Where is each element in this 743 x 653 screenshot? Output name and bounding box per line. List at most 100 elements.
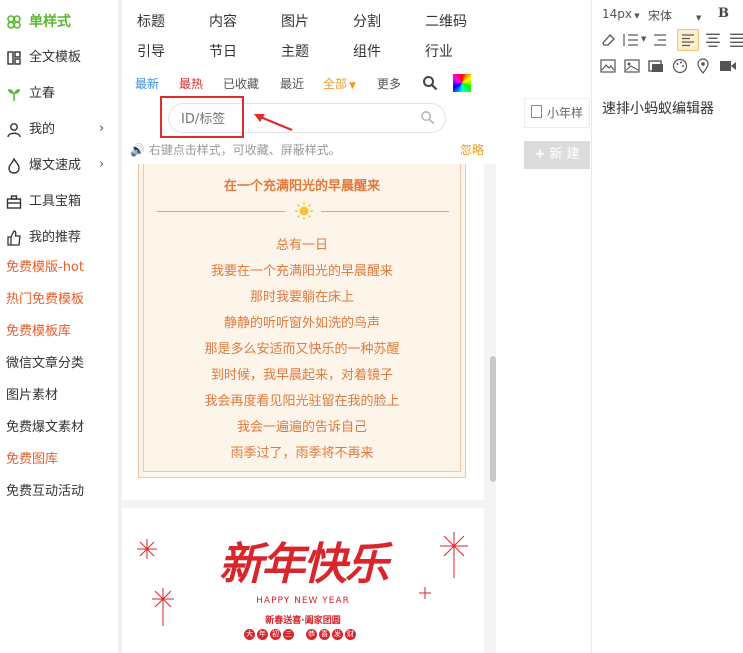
font-family-value: 宋体 (648, 9, 673, 23)
category-festival[interactable]: 节日 (209, 41, 237, 61)
sidebar-item-free-template-lib[interactable]: 免费模板库 (6, 320, 71, 344)
badge-group-right: 恭 喜 发 财 (306, 629, 356, 640)
template-tab-label: 小年样 (547, 106, 584, 120)
style-card[interactable]: 在一个充满阳光的早晨醒来 总有一日 我要在一个充满阳光的早晨醒来 那时我要躺在床… (122, 164, 484, 500)
filter-favorited[interactable]: 已收藏 (223, 75, 259, 92)
scrollbar-thumb[interactable] (490, 356, 496, 482)
bold-button[interactable]: B (718, 6, 729, 21)
font-size-select[interactable]: 14px ▼ (602, 7, 640, 21)
sidebar-item-free-gallery[interactable]: 免费图库 (6, 448, 58, 472)
filter-all-label: 全部 (323, 77, 348, 91)
poem-line: 那是多么安适而又快乐的一种苏醒 (204, 342, 400, 357)
map-pin-icon[interactable] (696, 58, 710, 74)
annotation-arrow-icon (254, 114, 293, 132)
sidebar-item-viral[interactable]: 爆文速成 (6, 154, 81, 178)
video-icon[interactable] (719, 59, 737, 73)
sidebar-item-label: 工具宝箱 (29, 194, 82, 209)
category-industry[interactable]: 行业 (425, 41, 453, 61)
firework-icon (440, 532, 468, 578)
poem-line: 到时候，我早晨起来，对着镜子 (210, 368, 393, 383)
palette-icon[interactable] (672, 58, 688, 74)
badge: 三 (283, 629, 294, 640)
category-content[interactable]: 内容 (209, 11, 237, 31)
sidebar-item-hot-free-template[interactable]: 热门免费模板 (6, 288, 84, 312)
new-button-label: 新 建 (549, 147, 580, 162)
filter-more[interactable]: 更多 (377, 75, 401, 92)
caret-down-icon: ▼ (641, 35, 647, 43)
template-icon (7, 51, 21, 65)
filter-newest[interactable]: 最新 (135, 75, 159, 92)
search-submit-icon[interactable] (420, 110, 435, 125)
gallery-icon[interactable] (624, 59, 640, 73)
tip-ignore-link[interactable]: 忽略 (460, 141, 484, 158)
category-component[interactable]: 组件 (353, 41, 381, 61)
filter-recent[interactable]: 最近 (280, 75, 304, 92)
sidebar-item-images[interactable]: 图片素材 (6, 384, 58, 408)
category-theme[interactable]: 主题 (281, 41, 309, 61)
eraser-icon[interactable] (600, 32, 616, 48)
sidebar-item-viral-material[interactable]: 免费爆文素材 (6, 416, 84, 440)
sidebar-item-label: 免费模版-hot (6, 260, 84, 275)
sidebar-item-free-template-hot[interactable]: 免费模版-hot (6, 256, 84, 280)
indent-icon[interactable] (652, 32, 668, 48)
poem-line: 静静的听听窗外如洗的鸟声 (223, 316, 380, 331)
sidebar-item-wechat-category[interactable]: 微信文章分类 (6, 352, 84, 376)
filter-hottest[interactable]: 最热 (179, 75, 203, 92)
editor-content[interactable]: 速排小蚂蚁编辑器 (602, 98, 714, 118)
fire-icon (8, 158, 20, 174)
toolbox-icon (6, 195, 22, 209)
annotation-highlight-box (160, 96, 244, 138)
sidebar-item-toolbox[interactable]: 工具宝箱 (6, 190, 81, 214)
sidebar-item-label: 我的 (29, 122, 56, 137)
align-justify-icon[interactable] (729, 32, 743, 48)
chevron-right-icon: › (99, 121, 105, 136)
sidebar-item-single-style[interactable]: 单样式 (6, 10, 71, 34)
style-panel-header: 标题 内容 图片 分割 二维码 引导 节日 主题 组件 行业 最新 最热 已收藏… (122, 0, 490, 164)
frame-icon[interactable] (648, 59, 664, 73)
caret-down-icon: ▼ (696, 14, 702, 22)
sidebar-item-label: 图片素材 (6, 388, 59, 403)
font-family-select[interactable]: 宋体 ▼ (648, 7, 701, 24)
sidebar-item-recommend[interactable]: 我的推荐 (6, 226, 81, 250)
color-picker-icon[interactable] (453, 74, 471, 92)
thumb-icon (7, 230, 21, 246)
sidebar-item-label: 免费图库 (6, 452, 59, 467)
poem-card: 在一个充满阳光的早晨醒来 总有一日 我要在一个充满阳光的早晨醒来 那时我要躺在床… (138, 164, 466, 478)
poem-line: 我要在一个充满阳光的早晨醒来 (210, 264, 393, 279)
chevron-right-icon: › (99, 157, 105, 172)
sidebar-item-label: 我的推荐 (29, 230, 82, 245)
style-panel: 标题 内容 图片 分割 二维码 引导 节日 主题 组件 行业 最新 最热 已收藏… (122, 0, 496, 653)
frame-line (460, 164, 461, 472)
document-icon (531, 105, 542, 118)
category-divider[interactable]: 分割 (353, 11, 381, 31)
new-year-slogan: 新春送喜·阖家团圆 (265, 616, 341, 626)
category-qrcode[interactable]: 二维码 (425, 11, 467, 31)
badge: 恭 (306, 629, 317, 640)
sidebar-item-lichun[interactable]: 立春 (6, 82, 55, 106)
sidebar-item-mine[interactable]: 我的 (6, 118, 55, 142)
image-icon[interactable] (600, 59, 616, 73)
speaker-icon: 🔊 (130, 143, 145, 157)
template-tab[interactable]: 小年样 (524, 98, 590, 128)
sidebar-item-label: 单样式 (29, 14, 71, 30)
line-spacing-icon[interactable] (622, 32, 640, 48)
category-guide[interactable]: 引导 (137, 41, 165, 61)
align-center-icon[interactable] (705, 32, 721, 48)
style-card[interactable]: 新年快乐 HAPPY NEW YEAR 新春送喜·阖家团圆 大 年 初 三 恭 … (122, 508, 484, 653)
category-image[interactable]: 图片 (281, 11, 309, 31)
sidebar-item-free-activity[interactable]: 免费互动活动 (6, 480, 84, 504)
align-left-button[interactable] (677, 29, 699, 51)
sidebar-item-label: 全文模板 (29, 50, 82, 65)
poem-line: 我会一遍遍的告诉自己 (236, 420, 367, 435)
poem-title: 在一个充满阳光的早晨醒来 (223, 179, 380, 194)
divider-line (321, 211, 449, 212)
badge: 财 (345, 629, 356, 640)
new-year-subtitle: HAPPY NEW YEAR (256, 596, 350, 606)
sidebar-item-full-template[interactable]: 全文模板 (6, 46, 81, 70)
editor-panel: 14px ▼ 宋体 ▼ B ▼ 速排小蚂蚁编辑器 (591, 0, 743, 653)
poem-line: 总有一日 (275, 238, 328, 253)
new-button[interactable]: + 新 建 (524, 141, 590, 169)
category-title[interactable]: 标题 (137, 11, 165, 31)
filter-all[interactable]: 全部 ▼ (323, 75, 356, 92)
search-icon[interactable] (422, 75, 438, 91)
